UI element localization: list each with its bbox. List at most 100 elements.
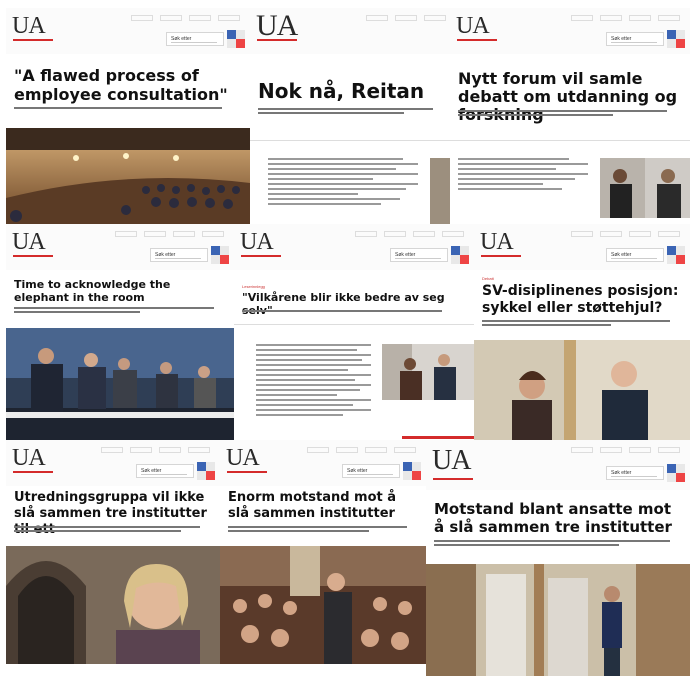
nav-item[interactable]	[442, 231, 464, 237]
search-input[interactable]: Søk etter	[606, 466, 664, 480]
nav-item[interactable]	[366, 15, 388, 21]
social-share-icons[interactable]	[451, 246, 469, 264]
article-tile-9[interactable]: UA Søk etter Motstand blant ansatte mot …	[426, 440, 690, 676]
email-icon[interactable]	[676, 255, 685, 264]
article-title[interactable]: SV-disiplinenes posisjon: sykkel eller s…	[482, 283, 682, 317]
linkedin-icon[interactable]	[197, 471, 206, 480]
nav-item[interactable]	[658, 231, 680, 237]
nav-item[interactable]	[218, 15, 240, 21]
social-share-icons[interactable]	[667, 464, 685, 482]
site-logo[interactable]: UA	[12, 445, 46, 471]
search-input[interactable]: Søk etter	[390, 248, 448, 262]
facebook-icon[interactable]	[451, 246, 460, 255]
article-tile-6[interactable]: UA Søk etter Debatt SV-disiplinenes posi…	[474, 224, 690, 440]
nav-item[interactable]	[202, 231, 224, 237]
search-input[interactable]: Søk etter	[136, 464, 194, 478]
nav-item[interactable]	[600, 15, 622, 21]
nav-item[interactable]	[571, 231, 593, 237]
social-share-icons[interactable]	[667, 30, 685, 48]
site-logo[interactable]: UA	[256, 11, 298, 41]
search-input[interactable]: Søk etter	[342, 464, 400, 478]
site-logo[interactable]: UA	[480, 229, 514, 255]
email-icon[interactable]	[676, 473, 685, 482]
article-tile-8[interactable]: UA Søk etter Enorm motstand mot å slå sa…	[220, 440, 426, 670]
site-logo[interactable]: UA	[456, 13, 490, 39]
facebook-icon[interactable]	[667, 246, 676, 255]
article-title[interactable]: Enorm motstand mot å slå sammen institut…	[228, 490, 418, 522]
nav-item[interactable]	[629, 447, 651, 453]
nav-item[interactable]	[658, 447, 680, 453]
twitter-icon[interactable]	[220, 246, 229, 255]
email-icon[interactable]	[236, 39, 245, 48]
facebook-icon[interactable]	[667, 30, 676, 39]
email-icon[interactable]	[220, 255, 229, 264]
nav-item[interactable]	[384, 231, 406, 237]
twitter-icon[interactable]	[412, 462, 421, 471]
email-icon[interactable]	[206, 471, 215, 480]
article-title[interactable]: Time to acknowledge the elephant in the …	[14, 278, 226, 304]
nav-item[interactable]	[115, 231, 137, 237]
nav-item[interactable]	[307, 447, 329, 453]
nav-item[interactable]	[173, 231, 195, 237]
facebook-icon[interactable]	[667, 464, 676, 473]
linkedin-icon[interactable]	[667, 473, 676, 482]
nav-item[interactable]	[658, 15, 680, 21]
search-input[interactable]: Søk etter	[606, 32, 664, 46]
nav-item[interactable]	[159, 447, 181, 453]
article-title[interactable]: Motstand blant ansatte mot å slå sammen …	[434, 500, 682, 536]
linkedin-icon[interactable]	[227, 39, 236, 48]
nav-item[interactable]	[144, 231, 166, 237]
nav-item[interactable]	[188, 447, 210, 453]
article-title[interactable]: Nok nå, Reitan	[258, 80, 442, 102]
site-logo[interactable]: UA	[12, 13, 46, 39]
linkedin-icon[interactable]	[451, 255, 460, 264]
twitter-icon[interactable]	[676, 30, 685, 39]
linkedin-icon[interactable]	[403, 471, 412, 480]
facebook-icon[interactable]	[197, 462, 206, 471]
nav-item[interactable]	[413, 231, 435, 237]
linkedin-icon[interactable]	[211, 255, 220, 264]
article-title[interactable]: "A flawed process of employee consultati…	[14, 66, 242, 104]
site-logo[interactable]: UA	[432, 447, 471, 475]
nav-item[interactable]	[101, 447, 123, 453]
nav-item[interactable]	[600, 231, 622, 237]
site-logo[interactable]: UA	[240, 229, 274, 255]
twitter-icon[interactable]	[676, 464, 685, 473]
facebook-icon[interactable]	[403, 462, 412, 471]
nav-item[interactable]	[189, 15, 211, 21]
nav-item[interactable]	[629, 231, 651, 237]
nav-item[interactable]	[130, 447, 152, 453]
nav-item[interactable]	[629, 15, 651, 21]
social-share-icons[interactable]	[227, 30, 245, 48]
social-share-icons[interactable]	[667, 246, 685, 264]
twitter-icon[interactable]	[676, 246, 685, 255]
facebook-icon[interactable]	[227, 30, 236, 39]
nav-item[interactable]	[131, 15, 153, 21]
search-input[interactable]: Søk etter	[606, 248, 664, 262]
nav-item[interactable]	[571, 15, 593, 21]
linkedin-icon[interactable]	[667, 255, 676, 264]
nav-item[interactable]	[336, 447, 358, 453]
linkedin-icon[interactable]	[667, 39, 676, 48]
nav-item[interactable]	[365, 447, 387, 453]
nav-item[interactable]	[571, 447, 593, 453]
nav-item[interactable]	[160, 15, 182, 21]
twitter-icon[interactable]	[460, 246, 469, 255]
search-input[interactable]: Søk etter	[166, 32, 224, 46]
article-tile-7[interactable]: UA Søk etter Utredningsgruppa vil ikke s…	[6, 440, 220, 670]
article-tile-1[interactable]: UA Søk etter "A flawed process of employ…	[6, 8, 250, 224]
site-logo[interactable]: UA	[12, 229, 46, 255]
email-icon[interactable]	[676, 39, 685, 48]
nav-item[interactable]	[394, 447, 416, 453]
article-tile-4[interactable]: UA Søk etter Time to acknowledge the ele…	[6, 224, 234, 440]
nav-item[interactable]	[600, 447, 622, 453]
social-share-icons[interactable]	[403, 462, 421, 480]
email-icon[interactable]	[460, 255, 469, 264]
facebook-icon[interactable]	[211, 246, 220, 255]
nav-item[interactable]	[424, 15, 446, 21]
search-input[interactable]: Søk etter	[150, 248, 208, 262]
nav-item[interactable]	[355, 231, 377, 237]
article-tile-2[interactable]: UA Nok nå, Reitan	[250, 8, 450, 224]
article-tile-5[interactable]: UA Søk etter Leserinnlegg "Vilkårene bli…	[234, 224, 474, 440]
social-share-icons[interactable]	[197, 462, 215, 480]
